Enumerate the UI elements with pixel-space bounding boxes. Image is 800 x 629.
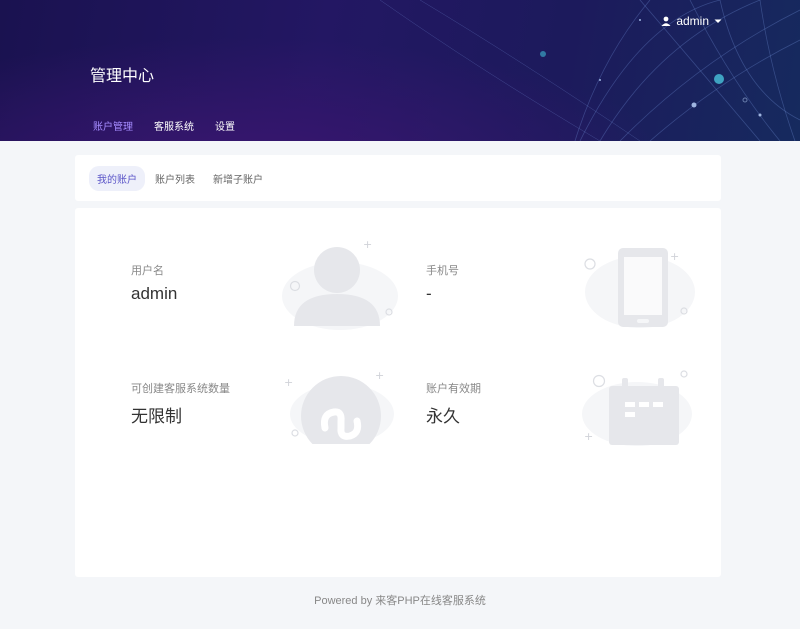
quota-label: 可创建客服系统数量	[131, 383, 230, 395]
avatar-illustration-icon: +	[282, 238, 398, 330]
user-icon	[661, 16, 671, 26]
svg-text:+: +	[584, 430, 593, 443]
svg-text:+: +	[670, 250, 679, 263]
svg-text:+: +	[284, 376, 293, 389]
quota-block: 可创建客服系统数量 无限制	[131, 380, 230, 427]
validity-value: 永久	[426, 407, 460, 426]
validity-label: 账户有效期	[426, 383, 481, 395]
subtab-add-sub-account[interactable]: 新增子账户	[205, 166, 271, 191]
main-nav: 账户管理 客服系统 设置	[82, 112, 245, 141]
page-title: 管理中心	[90, 68, 155, 85]
footer-text: Powered by 来客PHP在线客服系统	[314, 595, 486, 607]
subtab-account-list[interactable]: 账户列表	[147, 166, 203, 191]
svg-text:+: +	[375, 369, 384, 382]
validity-block: 账户有效期 永久	[426, 380, 481, 427]
username-label: 用户名	[131, 265, 164, 277]
phone-label: 手机号	[426, 265, 459, 277]
subtab-my-account[interactable]: 我的账户	[89, 165, 145, 191]
calendar-illustration-icon: +	[582, 370, 692, 446]
nav-settings[interactable]: 设置	[204, 112, 245, 141]
username-value: admin	[131, 284, 178, 303]
phone-illustration-icon: +	[584, 248, 695, 328]
svg-text:+: +	[363, 238, 372, 251]
miniprogram-illustration-icon: + +	[284, 369, 394, 444]
account-info-card: 用户名 admin + 手机号 - + 可创建客服系统数量 无限制 + + 账户…	[75, 208, 721, 577]
nav-account-management[interactable]: 账户管理	[82, 112, 143, 141]
nav-customer-service-system[interactable]: 客服系统	[143, 112, 204, 141]
caret-down-icon	[714, 19, 722, 23]
phone-block: 手机号 -	[426, 262, 459, 304]
username-block: 用户名 admin	[131, 262, 177, 304]
user-menu[interactable]: admin	[661, 14, 722, 28]
subtabs-bar: 我的账户 账户列表 新增子账户	[75, 155, 721, 201]
user-name: admin	[676, 14, 709, 28]
phone-value: -	[426, 284, 432, 303]
quota-value: 无限制	[131, 407, 182, 426]
header-banner: admin 管理中心 账户管理 客服系统 设置	[0, 0, 800, 141]
